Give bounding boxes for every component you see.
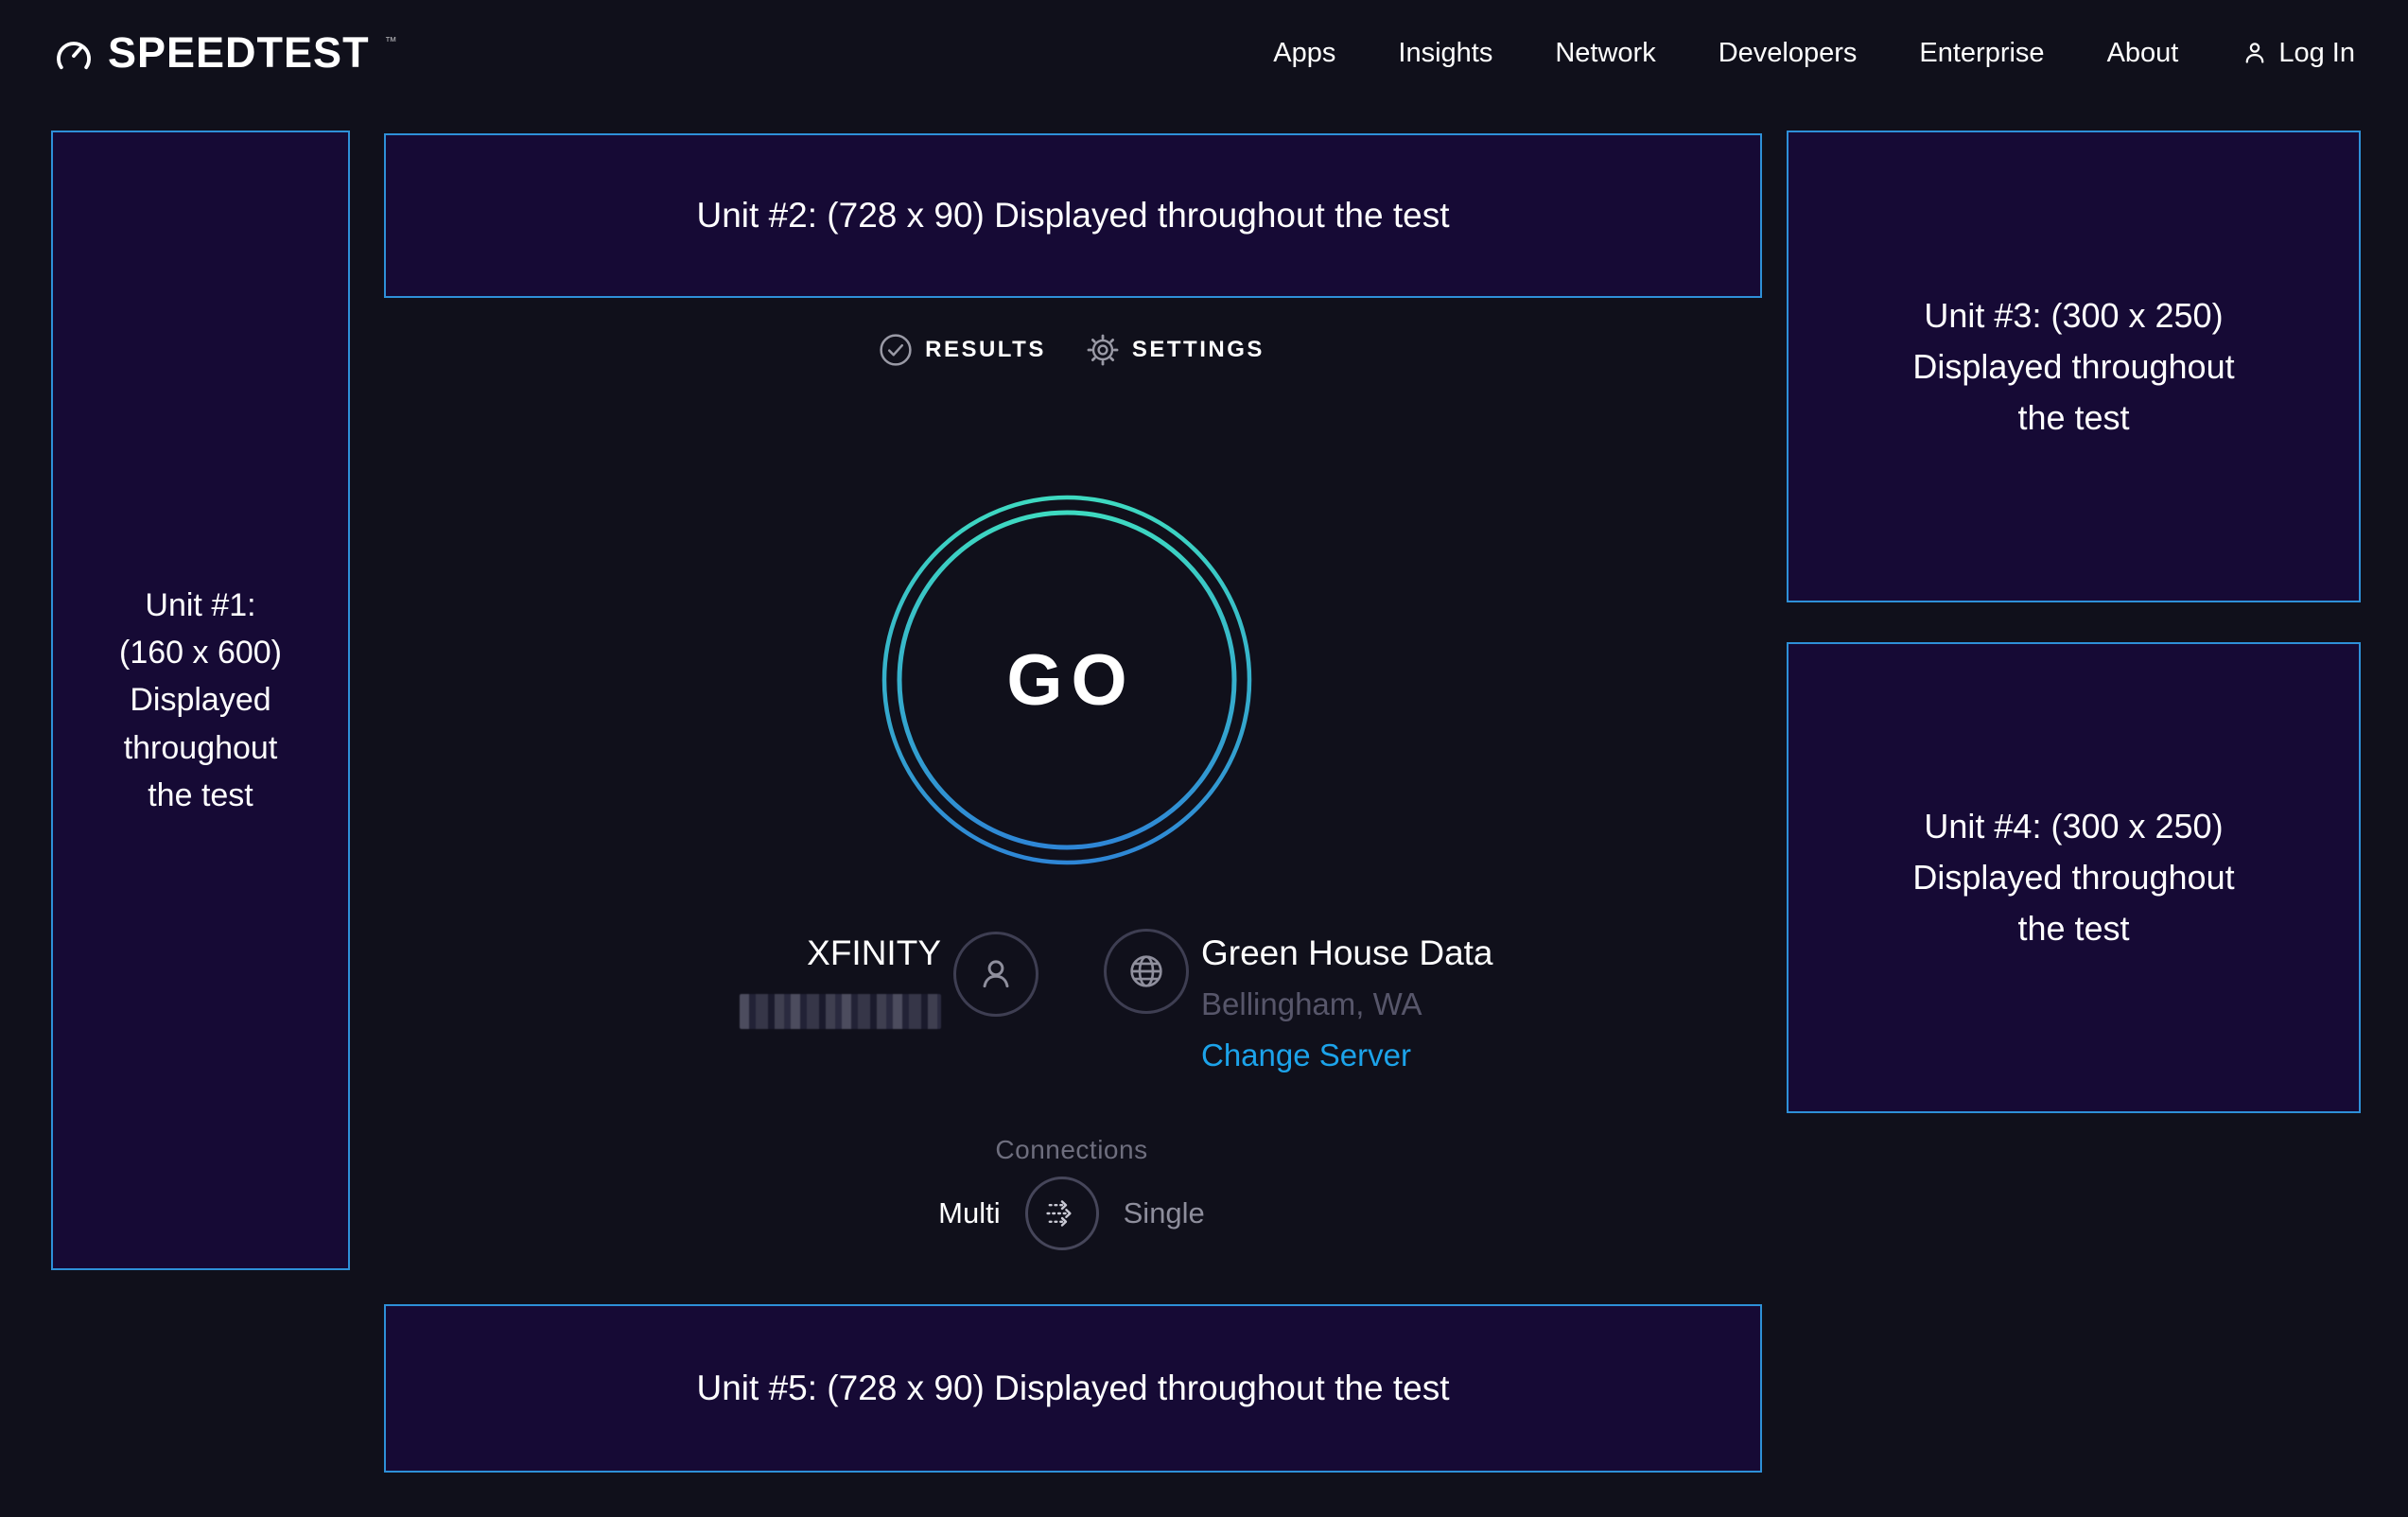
logo-wordmark: SPEEDTEST [108, 28, 370, 78]
nav-menu: Apps Insights Network Developers Enterpr… [1273, 38, 2355, 69]
server-location: Bellingham, WA [1201, 986, 1493, 1022]
isp-name: XFINITY [563, 933, 941, 973]
tab-settings[interactable]: SETTINGS [1086, 333, 1265, 367]
login-button[interactable]: Log In [2241, 38, 2355, 69]
tab-settings-label: SETTINGS [1132, 337, 1265, 363]
change-server-link[interactable]: Change Server [1201, 1037, 1493, 1073]
tab-results-label: RESULTS [925, 337, 1046, 363]
logo-trademark: ™ [385, 34, 397, 48]
nav-item-apps[interactable]: Apps [1273, 38, 1335, 69]
ad-unit-5-leaderboard[interactable]: Unit #5: (728 x 90) Displayed throughout… [384, 1304, 1762, 1473]
nav-item-about[interactable]: About [2107, 38, 2179, 69]
isp-ip-redacted [740, 994, 941, 1029]
server-name: Green House Data [1201, 933, 1493, 973]
ad-unit-1-skyscraper[interactable]: Unit #1: (160 x 600) Displayed throughou… [51, 131, 350, 1270]
ad-unit-2-leaderboard[interactable]: Unit #2: (728 x 90) Displayed throughout… [384, 133, 1762, 298]
check-circle-icon [879, 333, 913, 367]
user-icon [2241, 39, 2269, 67]
connections-row: Multi Single [873, 1177, 1270, 1250]
tab-bar: RESULTS [873, 333, 1270, 367]
speedometer-icon [53, 36, 95, 74]
speedtest-logo[interactable]: SPEEDTEST ™ [53, 28, 397, 78]
nav-item-insights[interactable]: Insights [1398, 38, 1492, 69]
nav-item-enterprise[interactable]: Enterprise [1919, 38, 2044, 69]
connections-multi-option[interactable]: Multi [938, 1196, 1000, 1230]
globe-icon [1124, 949, 1169, 994]
multi-arrows-icon [1041, 1193, 1083, 1234]
go-label-wrap: GO [878, 491, 1256, 869]
go-label: GO [1006, 639, 1135, 722]
connections-toggle[interactable] [1025, 1177, 1099, 1250]
isp-avatar-circle [953, 932, 1038, 1017]
login-label: Log In [2278, 38, 2355, 69]
person-icon [974, 952, 1018, 996]
connections-label: Connections [873, 1135, 1270, 1165]
gear-icon [1086, 333, 1120, 367]
top-nav-bar: SPEEDTEST ™ Apps Insights Network Develo… [0, 0, 2408, 106]
nav-item-network[interactable]: Network [1555, 38, 1655, 69]
speedtest-page: SPEEDTEST ™ Apps Insights Network Develo… [0, 0, 2408, 1517]
ad-unit-3-rectangle[interactable]: Unit #3: (300 x 250) Displayed throughou… [1787, 131, 2361, 602]
server-globe-circle [1104, 929, 1189, 1014]
connections-single-option[interactable]: Single [1124, 1196, 1205, 1230]
ad-unit-4-rectangle[interactable]: Unit #4: (300 x 250) Displayed throughou… [1787, 642, 2361, 1113]
nav-item-developers[interactable]: Developers [1719, 38, 1858, 69]
go-button[interactable]: GO [878, 491, 1256, 869]
server-info: Green House Data Bellingham, WA Change S… [1201, 933, 1493, 1073]
tab-results[interactable]: RESULTS [879, 333, 1046, 367]
